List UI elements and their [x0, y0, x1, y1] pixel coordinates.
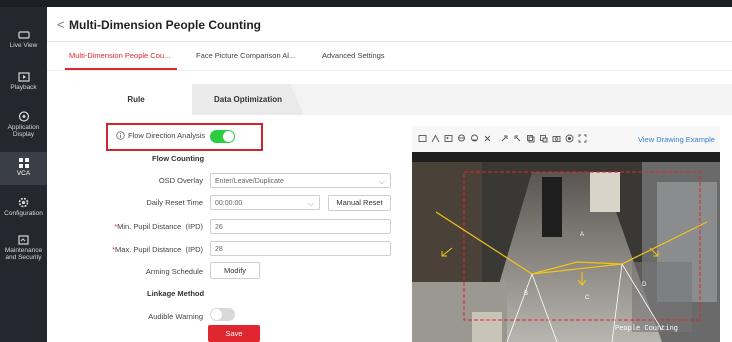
max-ipd-label: *Max. Pupil Distance (IPD): [112, 245, 203, 254]
manual-reset-button[interactable]: Manual Reset: [328, 195, 391, 211]
audible-warning-label: Audible Warning: [148, 312, 203, 321]
flow-counting-title: Flow Counting: [152, 154, 205, 163]
fullscreen-icon[interactable]: [578, 134, 587, 143]
info-icon: [116, 131, 125, 140]
direction-tool-icon[interactable]: [500, 134, 509, 143]
chevron-down-icon: ⌵: [378, 177, 385, 186]
camera-preview[interactable]: A B C D People Counting: [412, 152, 720, 342]
back-icon[interactable]: <: [57, 17, 65, 32]
flow-direction-toggle[interactable]: [210, 130, 235, 143]
save-button[interactable]: Save: [208, 325, 260, 342]
osd-overlay-label: OSD Overlay: [158, 176, 203, 185]
region-label-c: C: [585, 295, 590, 301]
region-label-d: D: [642, 282, 647, 288]
head-filter-icon[interactable]: [470, 134, 479, 143]
daily-reset-label: Daily Reset Time: [146, 198, 203, 207]
region-label-a: A: [580, 232, 584, 238]
sidebar-item-label: Application Display: [7, 124, 40, 138]
modify-button[interactable]: Modify: [210, 262, 260, 279]
region-copy-icon[interactable]: [526, 134, 535, 143]
polyline-tool-icon[interactable]: [431, 134, 440, 143]
sidebar-item-application-display[interactable]: Application Display: [0, 111, 47, 138]
snapshot-icon[interactable]: [552, 134, 561, 143]
sidebar-item-configuration[interactable]: Configuration: [0, 197, 47, 217]
sidebar-item-maintenance[interactable]: Maintenance and Security: [0, 235, 47, 261]
subtab-rule[interactable]: Rule: [76, 84, 196, 115]
sidebar: Live View Playback Application Display V…: [0, 7, 47, 342]
sidebar-item-label: Maintenance and Security: [4, 247, 43, 261]
vca-grid-icon: [18, 158, 29, 168]
image-tool-icon[interactable]: [444, 134, 453, 143]
chevron-down-icon: ⌵: [307, 199, 314, 208]
sidebar-item-playback[interactable]: Playback: [0, 72, 47, 91]
max-ipd-label-text: Max. Pupil Distance (IPD): [115, 245, 203, 254]
view-drawing-example-link[interactable]: View Drawing Example: [638, 135, 715, 144]
arming-schedule-label: Arming Schedule: [145, 267, 203, 276]
min-ipd-label: *Min. Pupil Distance (IPD): [114, 222, 203, 231]
maintenance-icon: [18, 235, 29, 245]
page-title: Multi-Dimension People Counting: [69, 18, 261, 32]
osd-overlay-value: Enter/Leave/Duplicate: [215, 178, 284, 185]
tab-face-picture-comparison[interactable]: Face Picture Comparison Al...: [196, 51, 295, 60]
active-tab-underline: [65, 68, 177, 70]
region-label-b: B: [524, 291, 528, 297]
sidebar-item-vca[interactable]: VCA: [0, 152, 47, 185]
tab-advanced-settings[interactable]: Advanced Settings: [322, 51, 385, 60]
sidebar-item-label: Playback: [10, 84, 37, 91]
sidebar-item-label: VCA: [16, 170, 31, 177]
daily-reset-time-select[interactable]: 00:00:00 ⌵: [210, 195, 320, 210]
audible-warning-toggle[interactable]: [210, 308, 235, 321]
record-icon[interactable]: [565, 134, 574, 143]
region-paste-icon[interactable]: [539, 134, 548, 143]
camera-scene: A B C D People Counting: [412, 152, 720, 342]
daily-reset-value: 00:00:00: [215, 200, 243, 207]
sidebar-item-label: Configuration: [4, 210, 43, 217]
osd-people-counting: People Counting: [615, 325, 678, 333]
toggle-knob: [223, 131, 234, 142]
direction-reverse-icon[interactable]: [513, 134, 522, 143]
main-tabs: Multi-Dimension People Cou... Face Pictu…: [47, 42, 732, 71]
playback-icon: [17, 72, 30, 82]
min-ipd-label-text: Min. Pupil Distance (IPD): [117, 222, 203, 231]
tab-multi-dimension[interactable]: Multi-Dimension People Cou...: [69, 51, 170, 60]
max-ipd-input[interactable]: 28: [210, 241, 391, 256]
sidebar-item-label: Live View: [9, 42, 38, 49]
application-icon: [18, 111, 29, 122]
close-icon[interactable]: [483, 134, 492, 143]
page-header: < Multi-Dimension People Counting: [47, 7, 732, 42]
min-ipd-input[interactable]: 26: [210, 219, 391, 234]
monitor-icon: [17, 31, 30, 39]
gear-icon: [18, 197, 29, 208]
head-detection-icon[interactable]: [457, 134, 466, 143]
osd-overlay-select[interactable]: Enter/Leave/Duplicate ⌵: [210, 173, 391, 188]
toggle-knob: [211, 309, 222, 320]
sidebar-item-live-view[interactable]: Live View: [0, 31, 47, 49]
subtab-data-optimization[interactable]: Data Optimization: [192, 84, 304, 115]
linkage-method-title: Linkage Method: [147, 289, 205, 298]
flow-direction-label: Flow Direction Analysis: [128, 131, 206, 140]
top-bar: [0, 0, 732, 7]
rectangle-tool-icon[interactable]: [418, 134, 427, 143]
